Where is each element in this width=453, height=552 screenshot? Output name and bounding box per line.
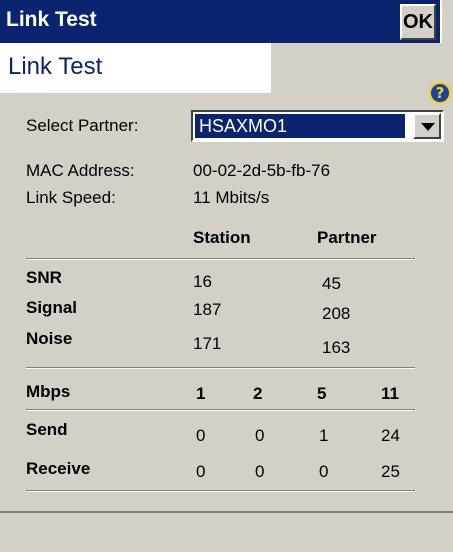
rate-column-header: 11: [381, 384, 399, 403]
partner-column-header: Partner: [317, 228, 377, 247]
rate-column-header: 2: [253, 384, 263, 403]
partner-value: 208: [322, 304, 351, 323]
rate-value: 0: [196, 462, 206, 481]
rate-value: 0: [319, 462, 329, 481]
station-value: 187: [193, 300, 222, 319]
divider: [26, 409, 415, 411]
station-value: 16: [193, 272, 212, 291]
divider: [26, 258, 415, 260]
rates-row-label: Receive: [26, 459, 91, 478]
divider: [26, 490, 415, 492]
ok-button[interactable]: OK: [400, 4, 436, 40]
stats-row-label: SNR: [26, 268, 62, 287]
window-title: Link Test: [6, 8, 97, 31]
link-speed-value: 11 Mbits/s: [193, 188, 270, 207]
header-fill: [271, 43, 453, 93]
mac-address-value: 00-02-2d-5b-fb-76: [193, 161, 331, 180]
titlebar-edge: [440, 0, 453, 43]
rate-value: 25: [381, 462, 400, 481]
partner-select-value: HSAXMO1: [195, 114, 405, 138]
title-bar: Link Test OK: [0, 0, 453, 43]
partner-value: 163: [322, 338, 351, 357]
rate-column-header: 1: [196, 384, 206, 403]
divider: [26, 367, 415, 369]
chevron-down-icon[interactable]: [413, 113, 441, 139]
station-column-header: Station: [193, 228, 251, 247]
rate-value: 1: [319, 426, 329, 445]
stats-row-label: Noise: [26, 329, 73, 348]
rates-row-label: Send: [26, 420, 68, 439]
rate-value: 24: [381, 426, 400, 445]
rate-value: 0: [255, 462, 265, 481]
rate-value: 0: [255, 426, 265, 445]
mac-address-label: MAC Address:: [26, 161, 135, 180]
mbps-label: Mbps: [26, 382, 71, 401]
select-partner-label: Select Partner:: [26, 116, 139, 135]
rate-value: 0: [196, 426, 206, 445]
command-bar: [0, 511, 453, 552]
help-icon[interactable]: ?: [429, 82, 451, 104]
link-speed-label: Link Speed:: [26, 188, 116, 207]
partner-value: 45: [322, 274, 341, 293]
page-title: Link Test: [8, 50, 271, 83]
stats-row-label: Signal: [26, 298, 78, 317]
rate-column-header: 5: [317, 384, 327, 403]
partner-select[interactable]: HSAXMO1: [191, 110, 444, 142]
station-value: 171: [193, 334, 222, 353]
